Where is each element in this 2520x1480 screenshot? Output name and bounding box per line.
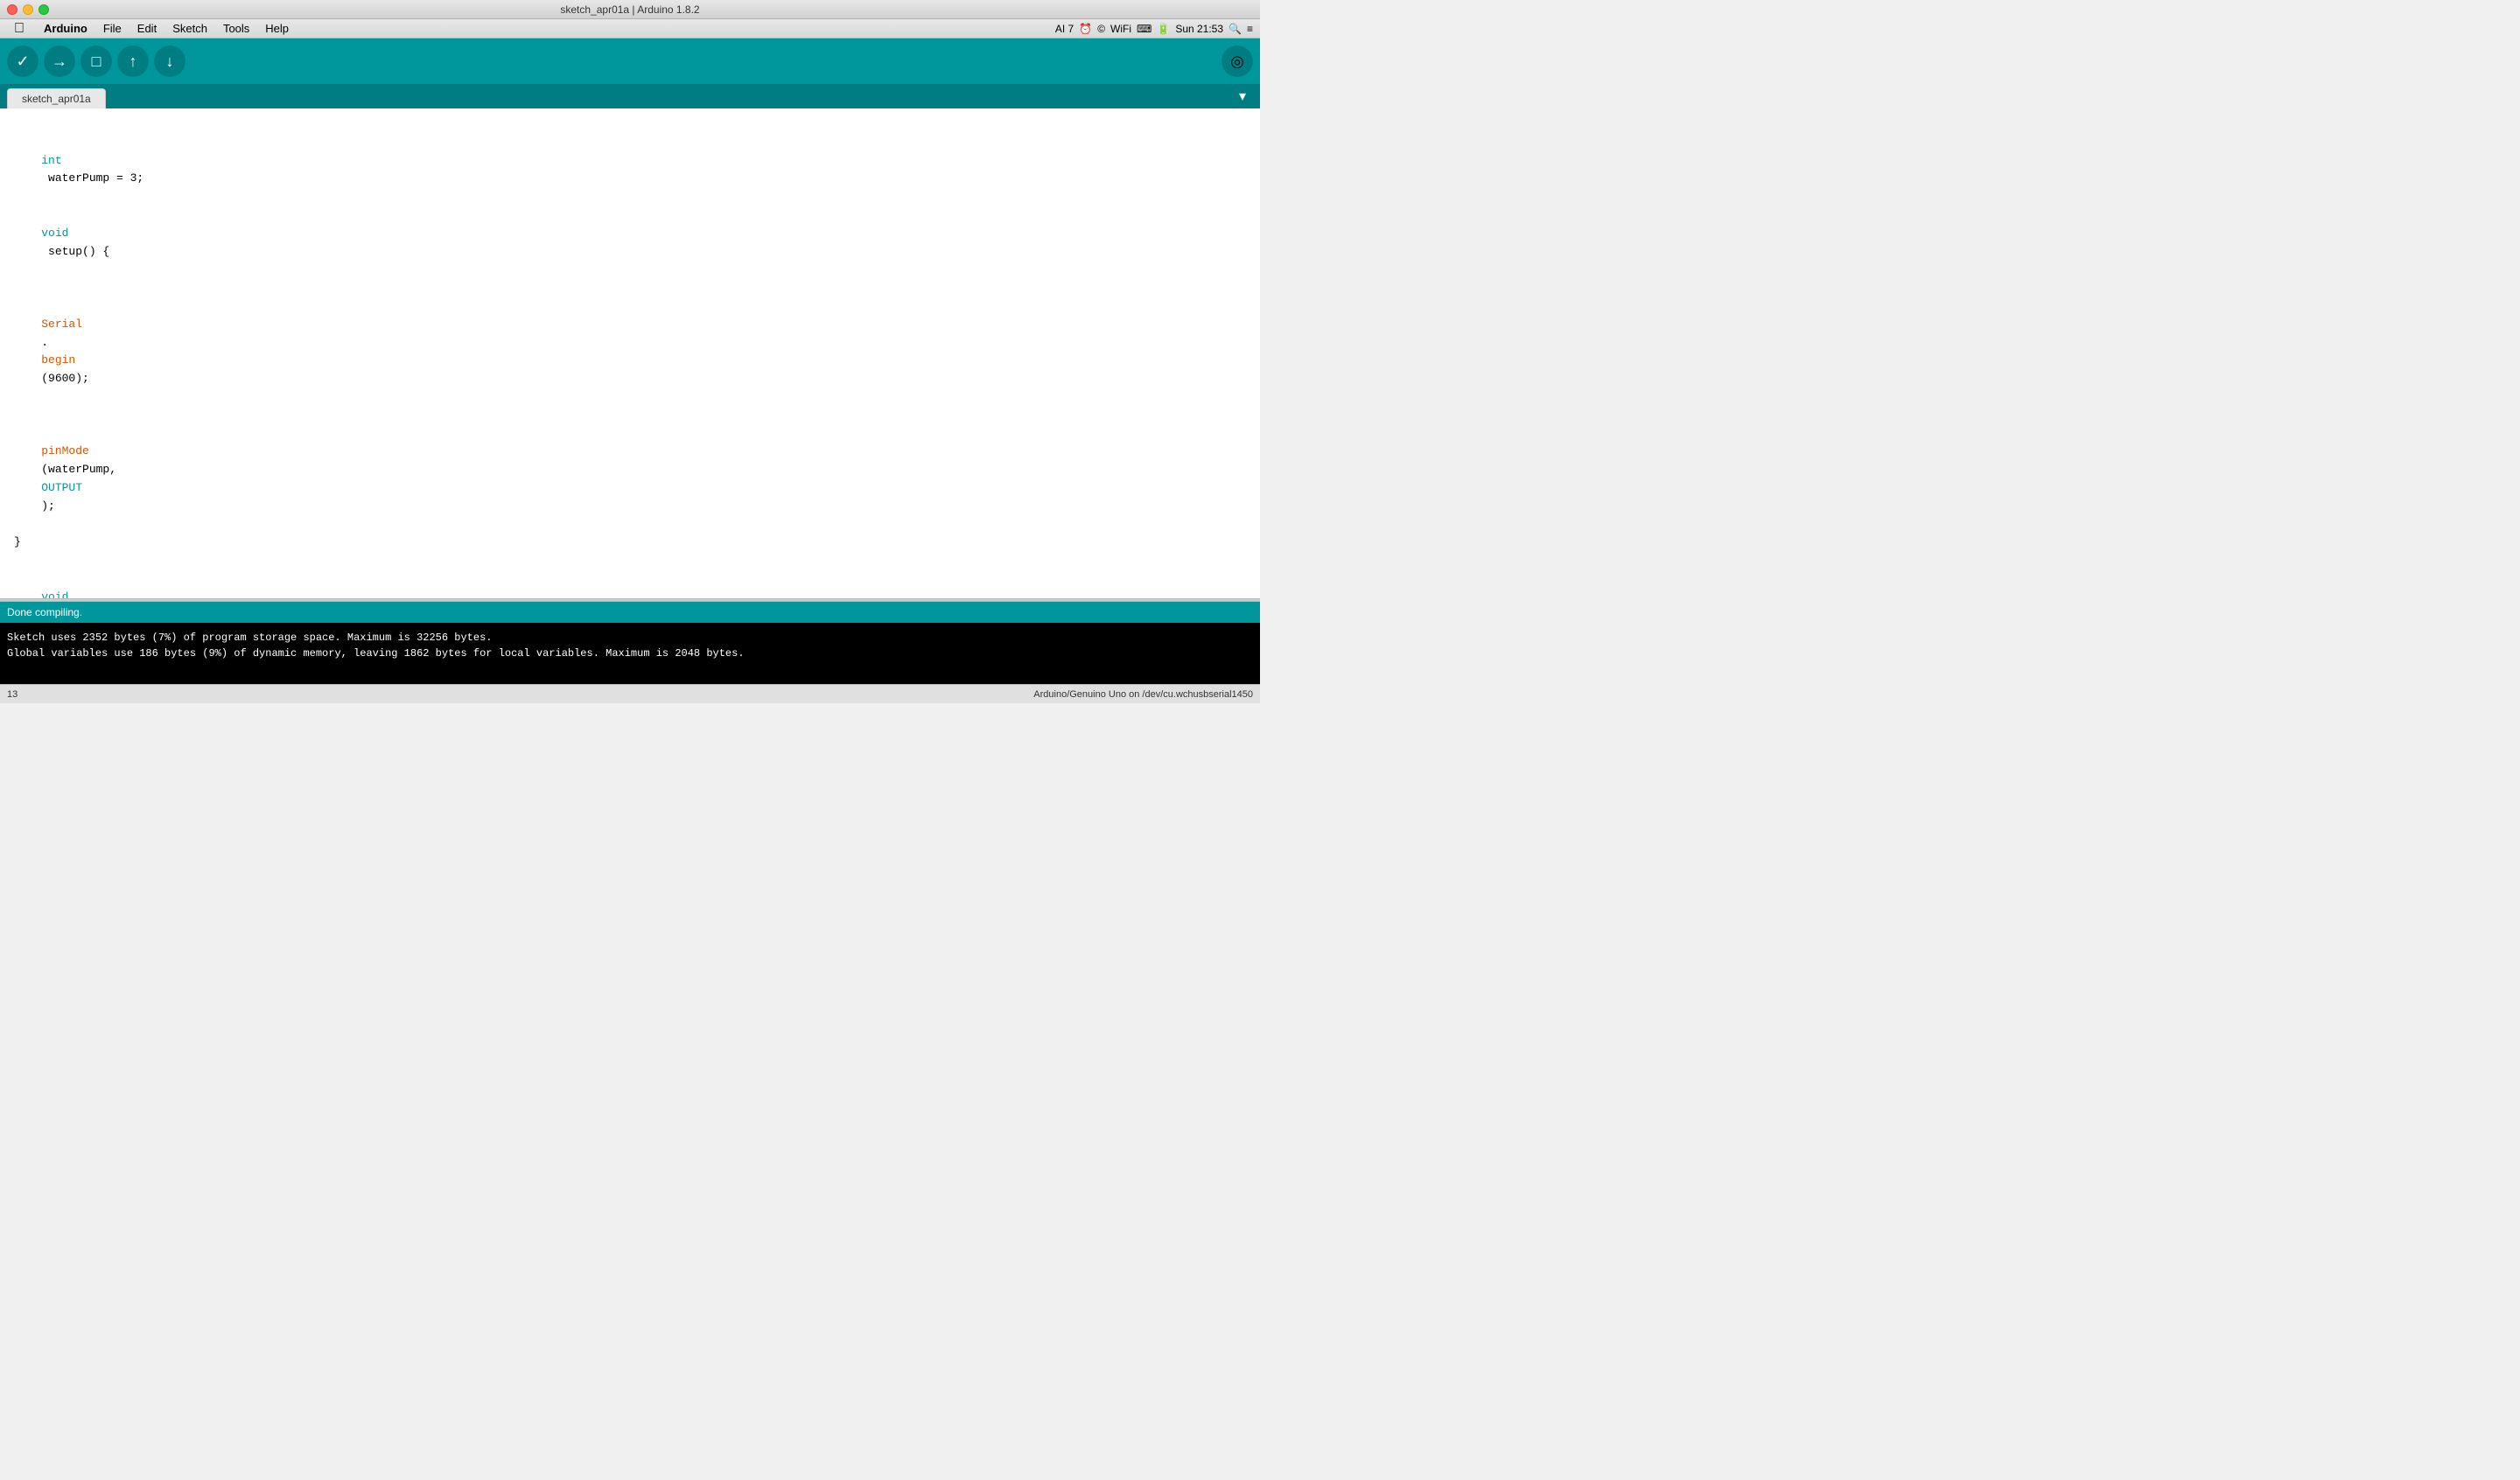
menu-arduino[interactable]: Arduino <box>37 20 94 37</box>
const-output: OUTPUT <box>41 481 82 494</box>
maximize-button[interactable] <box>38 4 49 15</box>
console-line-2: Global variables use 186 bytes (9%) of d… <box>7 646 1253 661</box>
search-icon[interactable]: 🔍 <box>1228 23 1242 35</box>
board-info: Arduino/Genuino Uno on /dev/cu.wchusbser… <box>1033 689 1253 700</box>
keyword-int: int <box>41 154 61 167</box>
keyword-void2: void <box>41 590 68 598</box>
ai-indicator: AI 7 <box>1055 23 1074 35</box>
sketch-tab[interactable]: sketch_apr01a <box>7 88 106 108</box>
keyword-void: void <box>41 227 68 240</box>
fn-begin: begin <box>41 353 75 367</box>
upload-button[interactable]: → <box>44 45 75 77</box>
console-line-1: Sketch uses 2352 bytes (7%) of program s… <box>7 630 1253 646</box>
close-button[interactable] <box>7 4 18 15</box>
line-number: 13 <box>7 689 18 700</box>
compile-status: Done compiling. <box>7 606 82 618</box>
menu-edit[interactable]: Edit <box>130 20 164 37</box>
save-button[interactable]: ↓ <box>154 45 186 77</box>
clock-display: Sun 21:53 <box>1175 23 1223 35</box>
fn-serial: Serial <box>41 318 82 331</box>
status-bar: 13 Arduino/Genuino Uno on /dev/cu.wchusb… <box>0 684 1260 703</box>
code-line <box>0 115 1260 134</box>
code-indent <box>41 427 55 440</box>
menu-help[interactable]: Help <box>258 20 296 37</box>
code-text: . <box>41 336 48 349</box>
tab-dropdown[interactable]: ▾ <box>1232 84 1253 108</box>
console-output[interactable]: Sketch uses 2352 bytes (7%) of program s… <box>0 623 1260 684</box>
serial-monitor-button[interactable]: ◎ <box>1222 45 1253 77</box>
title-bar: sketch_apr01a | Arduino 1.8.2 <box>0 0 1260 19</box>
keyboard-icon: ⌨ <box>1137 23 1152 35</box>
code-line-6: void loop() { <box>0 570 1260 598</box>
code-text: (9600); <box>41 372 89 385</box>
menu-bar-right: AI 7 ⏰ © WiFi ⌨ 🔋 Sun 21:53 🔍 ≡ <box>1055 23 1253 35</box>
verify-button[interactable]: ✓ <box>7 45 38 77</box>
fn-pinmode: pinMode <box>41 444 89 457</box>
apple-menu[interactable]:  <box>7 19 32 38</box>
code-line-3: Serial . begin (9600); <box>0 279 1260 407</box>
new-button[interactable]: □ <box>80 45 112 77</box>
minimize-button[interactable] <box>23 4 33 15</box>
code-line-4: pinMode (waterPump, OUTPUT ); <box>0 407 1260 534</box>
arduino-toolbar: ✓ → □ ↑ ↓ ◎ <box>0 38 1260 84</box>
code-line-1: int waterPump = 3; <box>0 134 1260 206</box>
code-text: (waterPump, <box>41 463 123 476</box>
window-title: sketch_apr01a | Arduino 1.8.2 <box>560 3 699 16</box>
battery-icon: 🔋 <box>1157 23 1170 35</box>
menu-bar:  Arduino File Edit Sketch Tools Help AI… <box>0 19 1260 38</box>
menu-tools[interactable]: Tools <box>216 20 256 37</box>
menu-file[interactable]: File <box>96 20 129 37</box>
code-line-5: } <box>0 534 1260 552</box>
clock-icon: ⏰ <box>1079 23 1092 35</box>
code-line-blank <box>0 552 1260 570</box>
code-text: setup() { <box>41 245 109 258</box>
cc-icon: © <box>1097 23 1105 35</box>
code-text: waterPump = 3; <box>41 171 144 185</box>
open-button[interactable]: ↑ <box>117 45 149 77</box>
tab-bar: sketch_apr01a ▾ <box>0 84 1260 108</box>
list-icon[interactable]: ≡ <box>1247 23 1253 35</box>
code-text: ); <box>41 499 55 513</box>
menu-sketch[interactable]: Sketch <box>165 20 214 37</box>
wifi-icon: WiFi <box>1110 23 1131 35</box>
code-indent <box>41 299 55 312</box>
code-line-2: void setup() { <box>0 206 1260 279</box>
code-editor[interactable]: int waterPump = 3; void setup() { Serial… <box>0 108 1260 598</box>
console-status-bar: Done compiling. <box>0 602 1260 623</box>
traffic-lights[interactable] <box>7 4 49 15</box>
